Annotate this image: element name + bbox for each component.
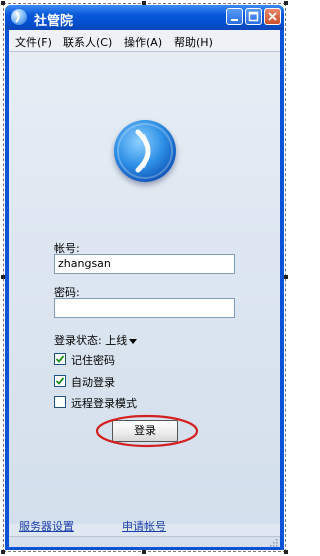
close-button[interactable] [264,8,281,25]
highlight-ellipse [95,414,199,448]
resize-grip-icon[interactable] [269,538,278,547]
app-logo [114,120,176,182]
menu-actions[interactable]: 操作(A) [124,34,162,50]
menu-contacts[interactable]: 联系人(C) [63,34,112,50]
resize-handle-bottom-right[interactable] [284,550,288,554]
login-status-dropdown[interactable]: 上线 [105,334,138,347]
maximize-button[interactable] [245,8,262,25]
menu-bar: 文件(F) 联系人(C) 操作(A) 帮助(H) [9,30,280,52]
account-input[interactable]: zhangsan [54,254,235,274]
remember-password-label[interactable]: 记住密码 [71,352,115,368]
client-area: 文件(F) 联系人(C) 操作(A) 帮助(H) 帐号: zhangsan 密码… [9,30,280,547]
auto-login-checkbox[interactable] [54,375,66,387]
app-window: 社管院 文件(F) 联系人(C) 操作(A) 帮助(H) 帐号: zhangsa… [5,5,284,550]
app-logo-icon [11,9,27,25]
login-panel: 帐号: zhangsan 密码: 登录状态: 上线 记住密码 自动登录 远程登录… [9,52,280,524]
login-status-row: 登录状态: 上线 [54,332,138,348]
dropdown-arrow-icon [129,338,138,344]
apply-account-link[interactable]: 申请帐号 [122,518,166,534]
login-status-value: 上线 [105,334,128,347]
resize-handle-top-right[interactable] [284,1,288,5]
minimize-button[interactable] [226,8,243,25]
resize-handle-bottom-left[interactable] [1,550,5,554]
password-input[interactable] [54,298,235,318]
resize-handle-right[interactable] [284,275,288,279]
remote-login-label[interactable]: 远程登录模式 [71,395,137,411]
resize-handle-top-left[interactable] [1,1,5,5]
menu-file[interactable]: 文件(F) [15,34,52,50]
login-status-label: 登录状态: [54,334,102,347]
remember-password-checkbox[interactable] [54,353,66,365]
menu-help[interactable]: 帮助(H) [174,34,213,50]
auto-login-label[interactable]: 自动登录 [71,374,115,390]
status-bar [9,536,280,547]
resize-handle-bottom[interactable] [142,550,146,554]
title-bar[interactable]: 社管院 [5,5,284,30]
server-settings-link[interactable]: 服务器设置 [19,518,74,534]
window-title: 社管院 [34,14,74,29]
remote-login-checkbox[interactable] [54,396,66,408]
